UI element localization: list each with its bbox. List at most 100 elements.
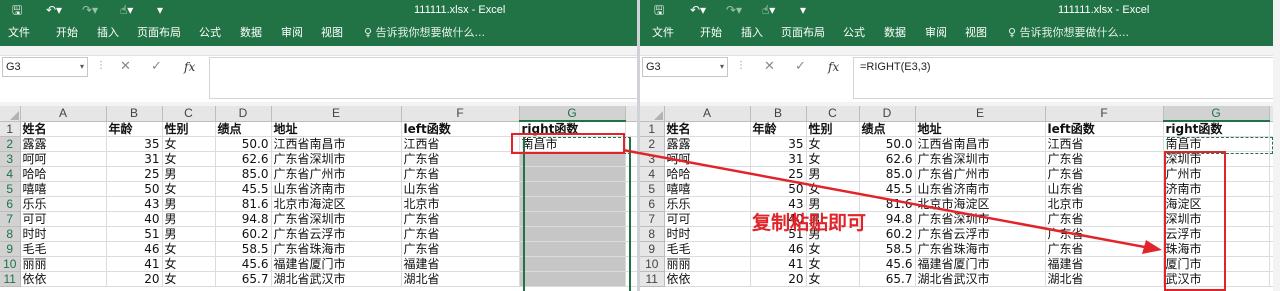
cancel-icon[interactable]: ✕ [764, 58, 775, 76]
row-header[interactable]: 11 [0, 271, 21, 287]
tab-home[interactable]: 开始 [700, 20, 722, 46]
select-all-corner[interactable] [0, 106, 21, 122]
cell[interactable]: 哈哈 [664, 166, 751, 182]
row-header[interactable]: 3 [640, 151, 665, 167]
redo-icon[interactable]: ↷▾ [726, 1, 742, 19]
row-header[interactable]: 2 [640, 136, 665, 152]
cell[interactable]: 北京市 [401, 196, 520, 212]
row-header[interactable]: 7 [640, 211, 665, 227]
cell[interactable]: 男 [162, 196, 216, 212]
cell[interactable]: 62.6 [859, 151, 916, 167]
customize-qat-icon[interactable]: ▾ [157, 1, 163, 19]
cell[interactable]: 50 [106, 181, 163, 197]
cell[interactable]: 81.6 [859, 196, 916, 212]
tab-page-layout[interactable]: 页面布局 [137, 20, 181, 46]
right-func-cell[interactable]: 武汉市 [1163, 271, 1270, 287]
header-cell[interactable]: 地址 [915, 121, 1046, 137]
row-header[interactable]: 10 [0, 256, 21, 272]
header-cell[interactable]: 姓名 [20, 121, 107, 137]
tell-me-box[interactable]: ♀ 告诉我你想要做什么... [1008, 20, 1129, 46]
header-cell[interactable]: 地址 [271, 121, 402, 137]
cell[interactable]: 江西省 [401, 136, 520, 152]
cell[interactable]: 男 [162, 211, 216, 227]
cell[interactable]: 男 [806, 166, 860, 182]
cell[interactable]: 94.8 [859, 211, 916, 227]
tab-file[interactable]: 文件 [652, 20, 674, 46]
cell[interactable]: 广东省 [401, 211, 520, 227]
cancel-icon[interactable]: ✕ [120, 58, 131, 76]
right-func-cell[interactable]: 广州市 [1163, 166, 1270, 182]
tab-view[interactable]: 视图 [321, 20, 343, 46]
header-cell[interactable]: 年龄 [750, 121, 807, 137]
cell[interactable]: 丽丽 [664, 256, 751, 272]
cell[interactable]: 广东省云浮市 [915, 226, 1046, 242]
cell[interactable]: 广东省深圳市 [915, 151, 1046, 167]
row-header[interactable]: 11 [640, 271, 665, 287]
cell[interactable]: 乐乐 [664, 196, 751, 212]
cell[interactable]: 25 [106, 166, 163, 182]
cell[interactable]: 山东省济南市 [271, 181, 402, 197]
tab-view[interactable]: 视图 [965, 20, 987, 46]
cell[interactable]: 41 [106, 256, 163, 272]
row-header[interactable]: 7 [0, 211, 21, 227]
header-cell[interactable]: 性别 [162, 121, 216, 137]
cell[interactable]: 31 [750, 151, 807, 167]
tab-formulas[interactable]: 公式 [843, 20, 865, 46]
tab-data[interactable]: 数据 [240, 20, 262, 46]
tab-insert[interactable]: 插入 [97, 20, 119, 46]
column-header-c[interactable]: C [806, 106, 860, 122]
function-icon[interactable]: fx [184, 58, 195, 76]
cell[interactable]: 女 [806, 256, 860, 272]
column-header-d[interactable]: D [859, 106, 916, 122]
cell[interactable]: 江西省 [1045, 136, 1164, 152]
cell[interactable]: 江西省南昌市 [271, 136, 402, 152]
cell[interactable]: 女 [162, 256, 216, 272]
cell[interactable]: 50 [750, 181, 807, 197]
row-header[interactable]: 2 [0, 136, 21, 152]
cell[interactable]: 35 [750, 136, 807, 152]
right-func-cell[interactable]: 厦门市 [1163, 256, 1270, 272]
cell[interactable]: 呵呵 [664, 151, 751, 167]
row-header[interactable]: 5 [640, 181, 665, 197]
cell[interactable]: 广东省 [401, 226, 520, 242]
cell[interactable]: 江西省南昌市 [915, 136, 1046, 152]
cell[interactable]: 43 [106, 196, 163, 212]
save-icon[interactable]: 🖫 [654, 1, 664, 19]
header-cell[interactable]: left函数 [1045, 121, 1164, 137]
cell[interactable]: 女 [806, 151, 860, 167]
select-all-corner[interactable] [640, 106, 665, 122]
right-func-cell[interactable]: 海淀区 [1163, 196, 1270, 212]
row-header[interactable]: 4 [640, 166, 665, 182]
cell[interactable]: 50.0 [859, 136, 916, 152]
cell[interactable]: 福建省 [401, 256, 520, 272]
chevron-down-icon[interactable]: ▾ [720, 58, 724, 76]
cell[interactable]: 北京市海淀区 [915, 196, 1046, 212]
right-func-cell[interactable]: 珠海市 [1163, 241, 1270, 257]
row-header[interactable]: 6 [640, 196, 665, 212]
cell[interactable]: 北京市 [1045, 196, 1164, 212]
cell[interactable]: 广东省深圳市 [271, 151, 402, 167]
header-cell[interactable]: left函数 [401, 121, 520, 137]
cell[interactable]: 46 [106, 241, 163, 257]
cell[interactable]: 呵呵 [20, 151, 107, 167]
cell[interactable]: 20 [750, 271, 807, 287]
cell[interactable]: 北京市海淀区 [271, 196, 402, 212]
tell-me-box[interactable]: ♀ 告诉我你想要做什么... [364, 20, 485, 46]
cell[interactable]: 41 [750, 256, 807, 272]
cell[interactable]: 女 [162, 151, 216, 167]
header-cell[interactable]: 性别 [806, 121, 860, 137]
row-header[interactable]: 4 [0, 166, 21, 182]
row-header[interactable]: 1 [0, 121, 21, 137]
tab-page-layout[interactable]: 页面布局 [781, 20, 825, 46]
cell[interactable]: 湖北省武汉市 [915, 271, 1046, 287]
row-header[interactable]: 9 [0, 241, 21, 257]
formula-input[interactable] [209, 57, 640, 99]
right-func-cell[interactable] [519, 241, 626, 257]
cell[interactable]: 时时 [20, 226, 107, 242]
cell[interactable]: 广东省 [401, 151, 520, 167]
cell[interactable]: 丽丽 [20, 256, 107, 272]
column-header-e[interactable]: E [271, 106, 402, 122]
row-header[interactable]: 8 [0, 226, 21, 242]
right-func-cell[interactable]: 济南市 [1163, 181, 1270, 197]
cell[interactable]: 福建省厦门市 [271, 256, 402, 272]
